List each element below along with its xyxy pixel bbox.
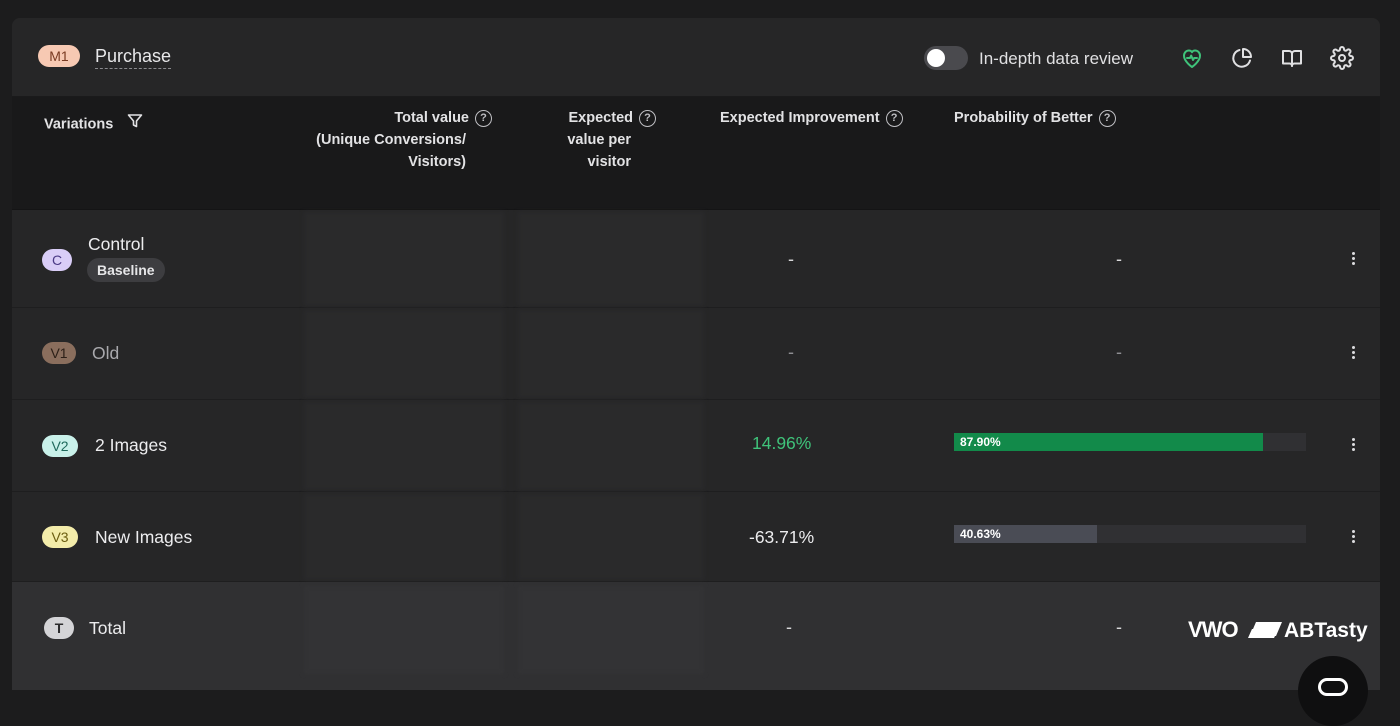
col-total-value-sub1: (Unique Conversions/ <box>316 132 466 148</box>
vwo-logo-text: VWO <box>1188 617 1238 642</box>
probability-value: 40.63% <box>960 527 1001 541</box>
row-menu-icon[interactable] <box>1348 250 1358 268</box>
col-variations[interactable]: Variations <box>44 113 143 136</box>
toggle-label: In-depth data review <box>979 49 1134 68</box>
redacted-total-value <box>304 586 504 674</box>
in-depth-review-toggle[interactable] <box>924 46 968 70</box>
col-expected-improvement-label: Expected Improvement <box>720 110 880 126</box>
expected-improvement-value: - <box>786 617 792 637</box>
probability-value: 87.90% <box>960 435 1001 449</box>
chat-icon <box>1318 678 1348 696</box>
redacted-total-value <box>304 402 504 490</box>
help-icon[interactable]: ? <box>639 109 656 127</box>
redacted-total-value <box>304 212 504 306</box>
total-row: T Total - - <box>12 582 1380 690</box>
vwo-abtasty-logo: VWO ABTasty <box>1188 617 1368 642</box>
variation-badge: T <box>44 617 74 639</box>
probability-value: - <box>1116 342 1122 362</box>
probability-bar: 87.90% <box>954 433 1306 451</box>
col-variations-label: Variations <box>44 116 114 133</box>
col-expected-value-sub1: value per <box>567 132 631 148</box>
variation-name: Old <box>92 343 120 363</box>
redacted-expected-value <box>518 402 704 490</box>
help-icon[interactable]: ? <box>885 109 903 127</box>
metric-header: M1 Purchase In-depth data review <box>12 18 1380 97</box>
table-row: V2 2 Images 14.96% 87.90% <box>12 400 1380 492</box>
variation-badge: V3 <box>42 526 78 548</box>
redacted-expected-value <box>518 494 704 580</box>
col-expected-value-sub2: visitor <box>587 154 631 170</box>
expected-improvement-value: - <box>788 249 794 269</box>
help-icon[interactable]: ? <box>1098 109 1116 127</box>
table-row: V3 New Images -63.71% 40.63% <box>12 492 1380 582</box>
filter-icon[interactable] <box>127 113 143 136</box>
table-header: Variations Total value? (Unique Conversi… <box>12 97 1380 210</box>
col-probability-label: Probability of Better <box>954 110 1093 126</box>
expected-improvement-value: -63.71% <box>749 527 815 547</box>
col-total-value-label: Total value <box>394 110 469 126</box>
results-panel: M1 Purchase In-depth data review Variati… <box>12 18 1380 690</box>
metric-name-link[interactable]: Purchase <box>95 46 172 69</box>
variation-name: Control <box>88 234 145 254</box>
expected-improvement-value: - <box>788 342 794 362</box>
col-expected-value: Expected? value per visitor <box>512 107 656 173</box>
abtasty-logo-text: ABTasty <box>1284 619 1368 642</box>
chat-launcher-button[interactable] <box>1298 656 1368 726</box>
variation-badge: V2 <box>42 435 78 457</box>
heart-pulse-icon[interactable] <box>1180 46 1204 70</box>
baseline-tag: Baseline <box>87 258 165 282</box>
redacted-expected-value <box>518 212 704 306</box>
variation-name: Total <box>89 618 126 638</box>
probability-value: - <box>1116 617 1122 637</box>
gear-icon[interactable] <box>1330 46 1354 70</box>
variation-badge: C <box>42 249 72 271</box>
redacted-total-value <box>304 310 504 398</box>
book-open-icon[interactable] <box>1280 46 1304 70</box>
col-expected-value-label: Expected <box>568 110 633 126</box>
vendor-watermark: VWO ABTasty <box>1188 614 1370 644</box>
col-total-value: Total value? (Unique Conversions/ Visito… <box>302 107 492 173</box>
col-probability-of-better: Probability of Better? <box>954 107 1116 129</box>
help-icon[interactable]: ? <box>475 109 492 127</box>
redacted-total-value <box>304 494 504 580</box>
col-total-value-sub2: Visitors) <box>408 154 466 170</box>
table-row: V1 Old - - <box>12 308 1380 400</box>
variation-badge: V1 <box>42 342 76 364</box>
expected-improvement-value: 14.96% <box>752 433 812 453</box>
variation-name: New Images <box>95 527 193 547</box>
row-menu-icon[interactable] <box>1348 436 1358 454</box>
row-menu-icon[interactable] <box>1348 344 1358 362</box>
col-expected-improvement: Expected Improvement? <box>720 107 903 129</box>
row-menu-icon[interactable] <box>1348 528 1358 546</box>
metric-badge: M1 <box>38 45 80 67</box>
pie-chart-icon[interactable] <box>1230 46 1254 70</box>
toggle-knob <box>927 49 945 67</box>
probability-value: - <box>1116 249 1122 269</box>
redacted-expected-value <box>518 586 704 674</box>
redacted-expected-value <box>518 310 704 398</box>
probability-bar: 40.63% <box>954 525 1306 543</box>
variation-name: 2 Images <box>95 435 167 455</box>
table-row: C Control Baseline - - <box>12 210 1380 308</box>
